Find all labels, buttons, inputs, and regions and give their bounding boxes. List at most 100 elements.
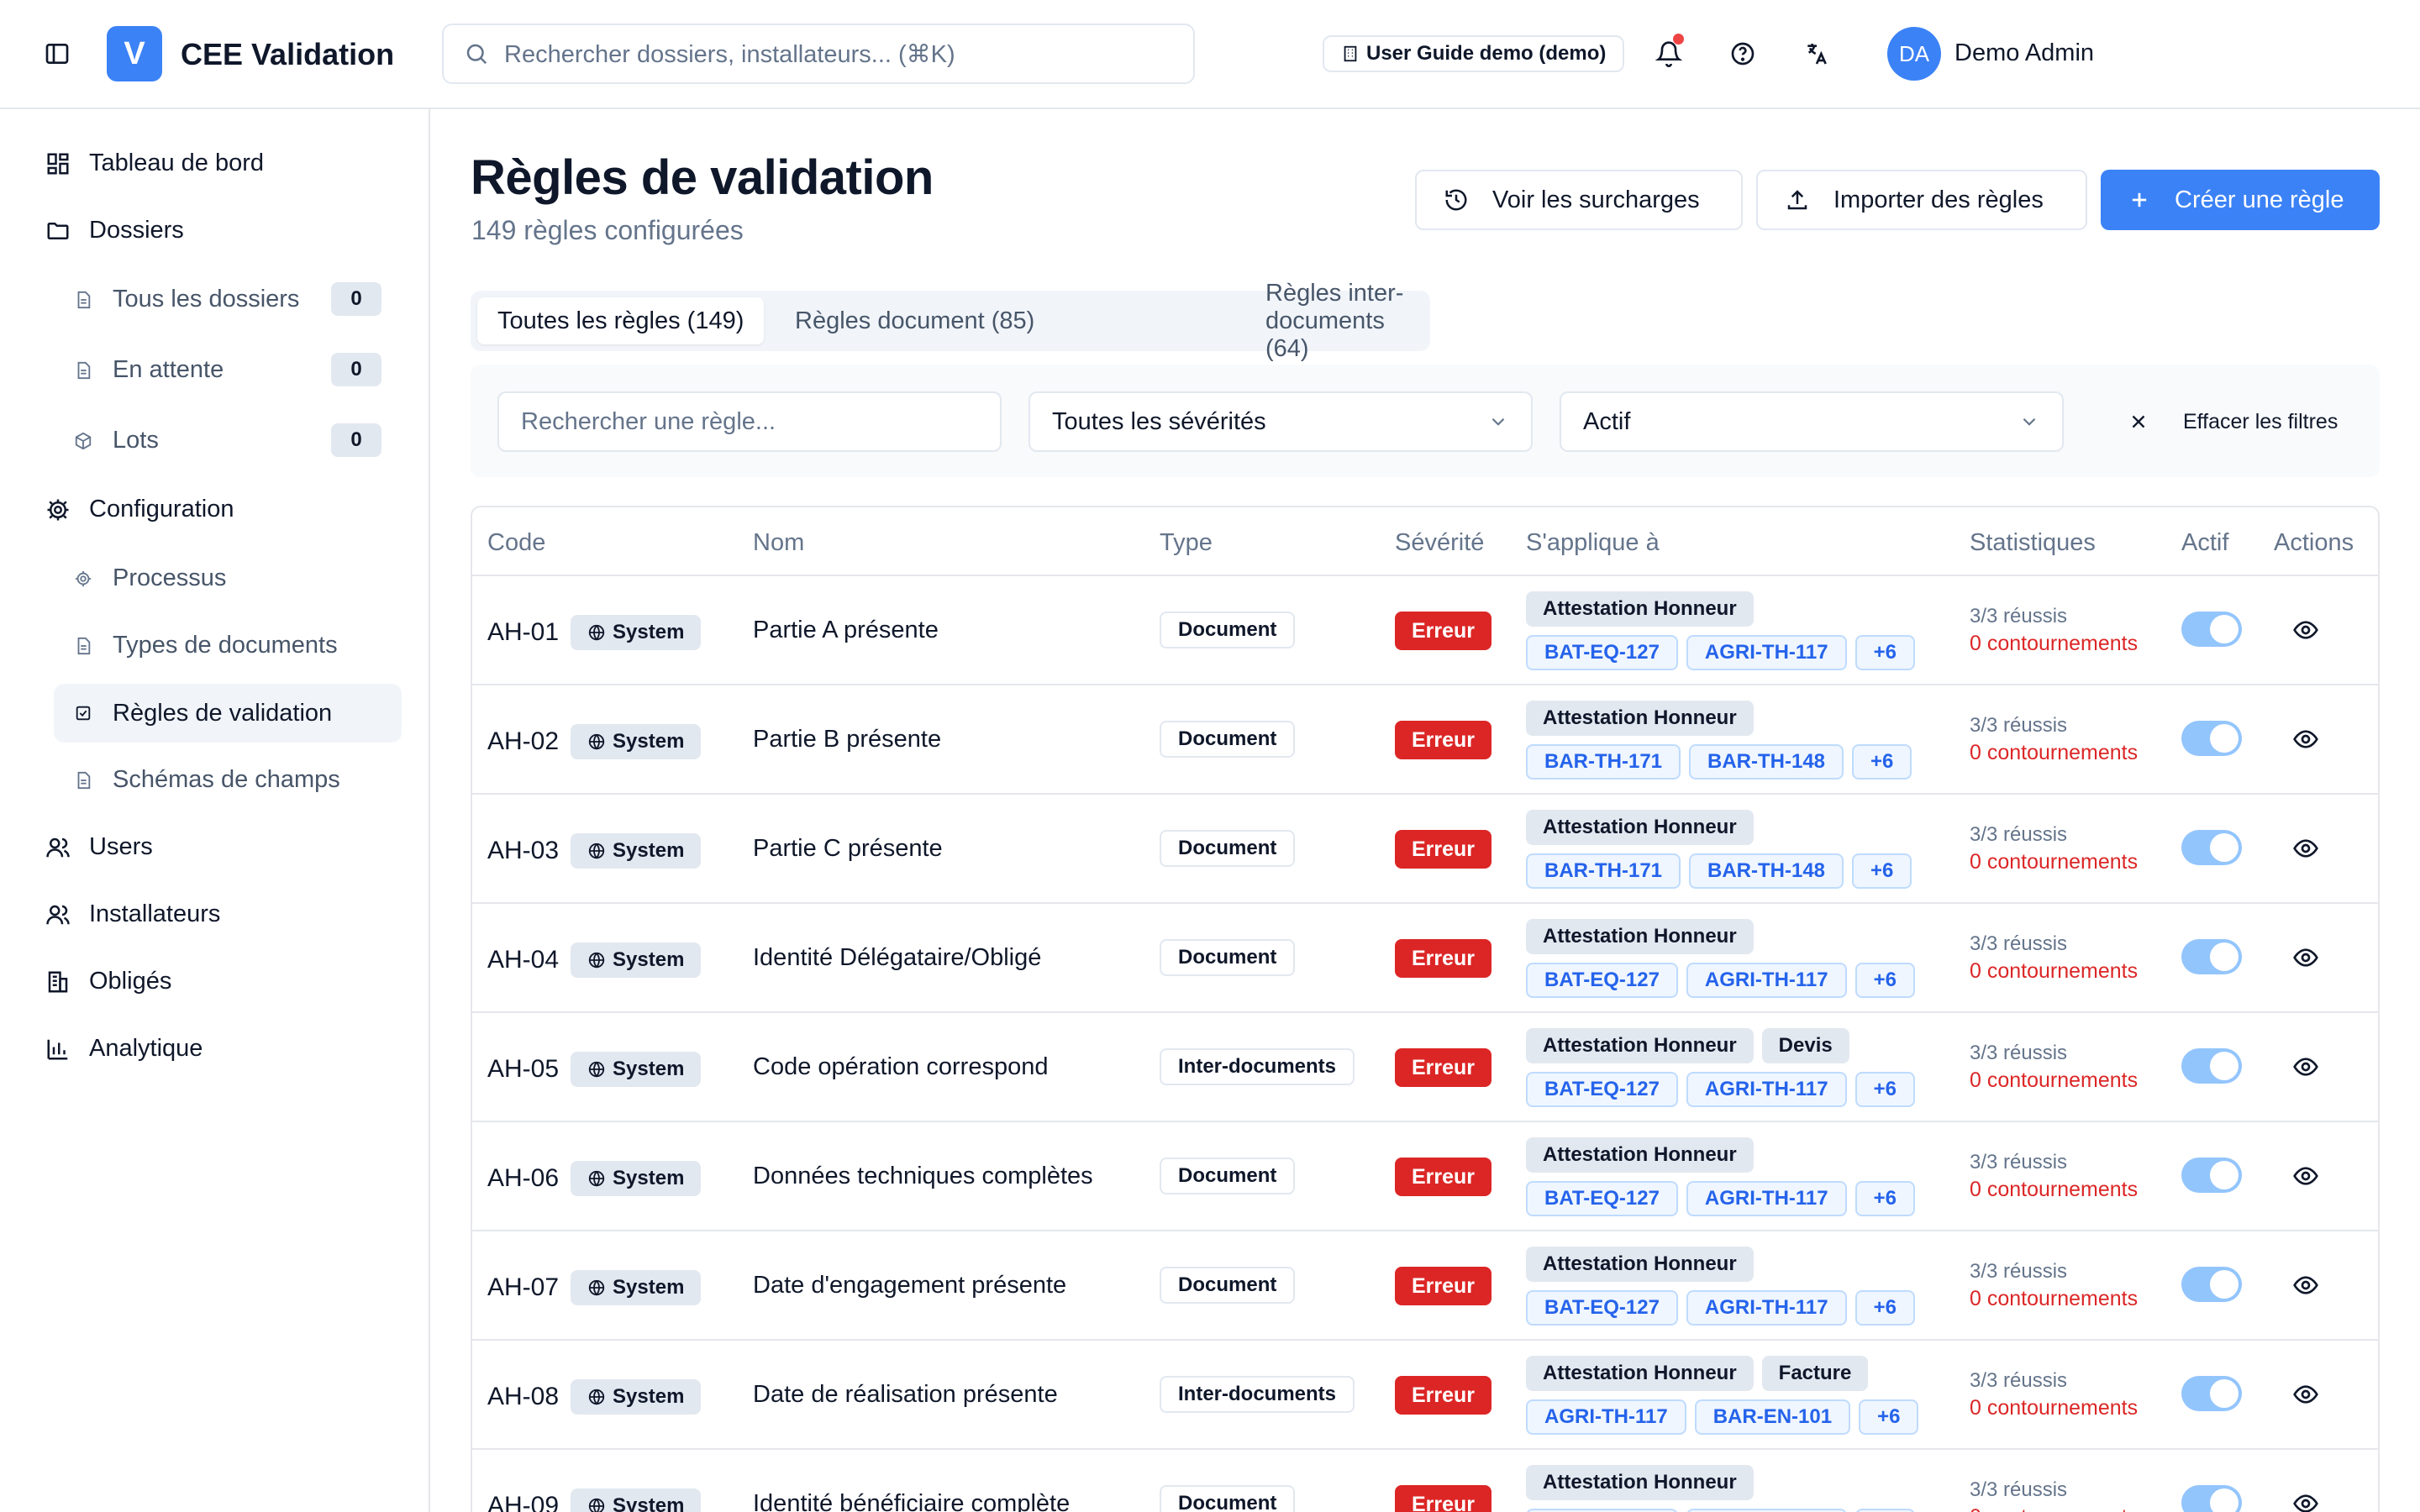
avatar[interactable]: DA: [1887, 27, 1941, 81]
view-overrides-button[interactable]: Voir les surcharges: [1415, 170, 1743, 230]
applies-operations: BAT-EQ-127 AGRI-TH-117 +6: [1526, 1509, 1915, 1512]
table-row[interactable]: AH-06 System Données techniques complètes D…: [472, 1122, 2378, 1231]
user-guide-badge[interactable]: User Guide demo (demo): [1323, 35, 1625, 72]
active-toggle[interactable]: [2181, 939, 2242, 974]
user-name[interactable]: Demo Admin: [1954, 39, 2094, 67]
file-icon: [77, 637, 91, 654]
sidebar-item-installers[interactable]: Installateurs: [45, 900, 220, 928]
operation-chip[interactable]: +6: [1854, 635, 1915, 670]
bypass-count: 0 contournements: [1970, 1287, 2139, 1310]
globe-icon: [588, 1170, 605, 1187]
operation-chip[interactable]: +6: [1854, 963, 1915, 998]
col-severity[interactable]: Sévérité: [1395, 529, 1484, 557]
sidebar-item-pending[interactable]: En attente: [74, 356, 224, 384]
view-rule-button[interactable]: [2289, 1159, 2323, 1193]
language-button[interactable]: [1800, 37, 1833, 71]
table-row[interactable]: AH-08 System Date de réalisation présente I…: [472, 1341, 2378, 1450]
import-rules-button[interactable]: Importer des règles: [1756, 170, 2087, 230]
operation-chip: AGRI-TH-117: [1686, 1290, 1847, 1326]
eye-icon: [2293, 839, 2318, 858]
operation-chip[interactable]: +6: [1854, 1072, 1915, 1107]
active-toggle[interactable]: [2181, 1158, 2242, 1193]
rule-type-badge: Document: [1160, 1158, 1296, 1194]
applies-documents: Attestation Honneur: [1526, 919, 1754, 954]
active-toggle[interactable]: [2181, 1048, 2242, 1084]
view-rule-button[interactable]: [2289, 722, 2323, 756]
table-row[interactable]: AH-05 System Code opération correspond Inte…: [472, 1013, 2378, 1122]
sidebar-toggle-icon[interactable]: [40, 37, 74, 71]
rule-code: AH-06 System: [487, 1161, 702, 1196]
sidebar-item-configuration[interactable]: Configuration: [45, 496, 234, 523]
col-name[interactable]: Nom: [753, 529, 804, 557]
sidebar-item-users[interactable]: Users: [45, 833, 153, 861]
tab-inter-document-rules[interactable]: Règles inter-documents (64): [1245, 280, 1430, 362]
help-button[interactable]: [1726, 37, 1760, 71]
tab-document-rules[interactable]: Règles document (85): [775, 297, 1055, 344]
table-row[interactable]: AH-04 System Identité Délégataire/Obligé Do…: [472, 904, 2378, 1013]
operation-chip: AGRI-TH-117: [1686, 635, 1847, 670]
sidebar-item-field-schemas[interactable]: Schémas de champs: [74, 766, 340, 794]
operation-chip: BAR-TH-148: [1689, 744, 1844, 780]
success-count: 3/3 réussis: [1970, 1042, 2068, 1064]
translate-icon: [1807, 44, 1827, 65]
operation-chip[interactable]: +6: [1854, 1290, 1915, 1326]
rule-code-text: AH-06: [487, 1164, 560, 1192]
view-rule-button[interactable]: [2289, 613, 2323, 647]
view-rule-button[interactable]: [2289, 832, 2323, 865]
sidebar-item-dossiers[interactable]: Dossiers: [45, 217, 184, 244]
operation-chip[interactable]: +6: [1854, 1181, 1915, 1216]
sidebar-item-label: Tous les dossiers: [113, 286, 300, 312]
sidebar-item-doc-types[interactable]: Types de documents: [74, 632, 338, 659]
table-row[interactable]: AH-09 System Identité bénéficiaire complèt…: [472, 1450, 2378, 1512]
status-select[interactable]: Actif: [1560, 391, 2064, 452]
active-toggle[interactable]: [2181, 1267, 2242, 1302]
table-row[interactable]: AH-01 System Partie A présente Document Erre…: [472, 576, 2378, 685]
col-code[interactable]: Code: [487, 529, 545, 557]
active-toggle[interactable]: [2181, 1376, 2242, 1411]
view-rule-button[interactable]: [2289, 941, 2323, 974]
bypass-count: 0 contournements: [1970, 632, 2139, 655]
view-rule-button[interactable]: [2289, 1487, 2323, 1512]
active-toggle[interactable]: [2181, 721, 2242, 756]
rule-search-input[interactable]: Rechercher une règle...: [497, 391, 1002, 452]
sidebar-item-dashboard[interactable]: Tableau de bord: [45, 150, 264, 177]
sidebar-item-validation-rules[interactable]: Règles de validation: [54, 684, 402, 743]
table-row[interactable]: AH-07 System Date d'engagement présente Doc…: [472, 1231, 2378, 1341]
sidebar-item-processes[interactable]: Processus: [74, 564, 226, 592]
active-toggle[interactable]: [2181, 830, 2242, 865]
notifications-button[interactable]: [1652, 34, 1686, 71]
close-icon: [2132, 415, 2145, 428]
rule-type-badge: Document: [1160, 830, 1296, 867]
table-row[interactable]: AH-02 System Partie B présente Document Erre…: [472, 685, 2378, 795]
toggle-knob: [2210, 833, 2238, 862]
severity-select[interactable]: Toutes les sévérités: [1028, 391, 1533, 452]
clear-filters-button[interactable]: Effacer les filtres: [2111, 391, 2338, 452]
create-rule-button[interactable]: Créer une règle: [2101, 170, 2380, 230]
col-active[interactable]: Actif: [2181, 529, 2228, 557]
document-type-chip: Attestation Honneur: [1526, 591, 1754, 627]
col-actions[interactable]: Actions: [2274, 529, 2354, 557]
col-applies[interactable]: S'applique à: [1526, 529, 1660, 557]
col-stats[interactable]: Statistiques: [1970, 529, 2096, 557]
sidebar-item-batches[interactable]: Lots: [74, 427, 159, 454]
table-row[interactable]: AH-03 System Partie C présente Document Erre…: [472, 795, 2378, 904]
operation-chip[interactable]: +6: [1854, 1509, 1915, 1512]
tab-all-rules[interactable]: Toutes les règles (149): [477, 297, 765, 344]
active-toggle[interactable]: [2181, 1485, 2242, 1512]
sidebar-item-all-dossiers[interactable]: Tous les dossiers: [74, 286, 299, 313]
operation-chip[interactable]: +6: [1852, 744, 1912, 780]
rule-code: AH-02 System: [487, 724, 702, 759]
batches-count: 0: [331, 423, 381, 457]
sidebar-item-obliges[interactable]: Obligés: [45, 968, 171, 995]
folder-icon: [47, 222, 69, 239]
active-toggle[interactable]: [2181, 612, 2242, 647]
col-type[interactable]: Type: [1160, 529, 1213, 557]
operation-chip[interactable]: +6: [1852, 853, 1912, 889]
view-rule-button[interactable]: [2289, 1268, 2323, 1302]
view-rule-button[interactable]: [2289, 1050, 2323, 1084]
operation-chip[interactable]: +6: [1859, 1399, 1919, 1435]
document-type-chip: Devis: [1761, 1028, 1849, 1063]
global-search-input[interactable]: Rechercher dossiers, installateurs... (⌘…: [442, 24, 1195, 84]
sidebar-item-analytics[interactable]: Analytique: [45, 1035, 203, 1063]
view-rule-button[interactable]: [2289, 1378, 2323, 1411]
